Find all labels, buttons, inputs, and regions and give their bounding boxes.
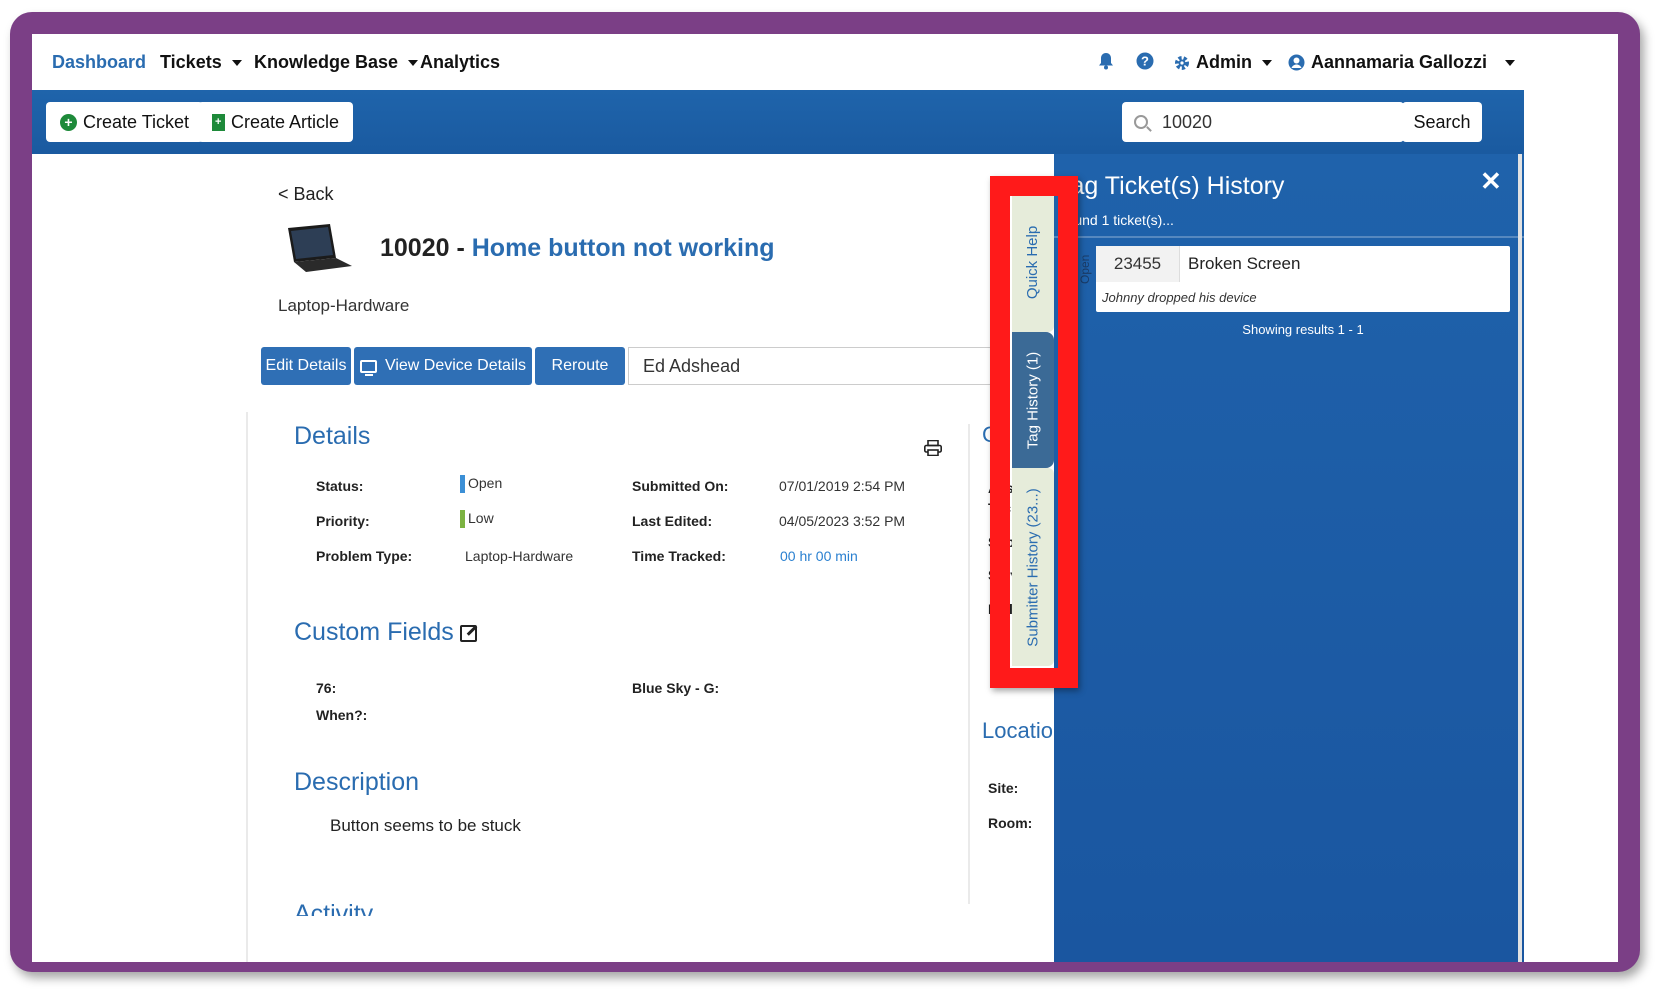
nav-tickets-label: Tickets — [160, 52, 222, 72]
ticket-title-separator: - — [449, 234, 472, 262]
search-icon — [1134, 115, 1148, 129]
highlight-box — [990, 176, 1078, 688]
create-article-label: Create Article — [231, 111, 340, 132]
svg-text:?: ? — [1141, 54, 1149, 69]
help-icon-svg: ? — [1136, 52, 1154, 70]
assignee-field[interactable]: Ed Adshead — [628, 347, 1008, 385]
caret-down-icon — [408, 59, 419, 66]
create-ticket-button[interactable]: + Create Ticket — [46, 102, 204, 142]
nav-dashboard[interactable]: Dashboard — [52, 52, 146, 73]
edit-details-label: Edit Details — [265, 357, 347, 374]
custom-field-76-label: 76: — [316, 680, 337, 696]
scrollbar-area — [1524, 90, 1618, 962]
bell-icon[interactable] — [1098, 52, 1114, 70]
ticket-number: 10020 — [380, 234, 450, 262]
custom-fields-heading-text: Custom Fields — [294, 618, 454, 646]
result-card[interactable]: 23455 Broken Screen Johnny dropped his d… — [1096, 246, 1510, 312]
nav-tickets[interactable]: Tickets — [160, 52, 242, 73]
nav-knowledge-base[interactable]: Knowledge Base — [254, 52, 419, 73]
problem-type-value: Laptop-Hardware — [465, 548, 574, 564]
laptop-device-image — [288, 224, 352, 272]
back-link[interactable]: < Back — [278, 184, 334, 205]
nav-admin-label: Admin — [1196, 52, 1252, 72]
monitor-icon — [359, 359, 377, 376]
top-navigation: Dashboard Tickets Knowledge Base Analyti… — [32, 34, 1618, 90]
app-screen: Dashboard Tickets Knowledge Base Analyti… — [32, 34, 1618, 962]
plus-circle-icon: + — [60, 113, 77, 131]
nav-admin[interactable]: Admin — [1174, 52, 1272, 73]
last-edited-value: 04/05/2023 3:52 PM — [779, 513, 906, 529]
panel-results-count: Showing results 1 - 1 — [1242, 322, 1364, 337]
view-device-label: View Device Details — [384, 357, 527, 374]
content-divider — [246, 412, 248, 962]
nav-user-menu[interactable]: Aannamaria Gallozzi — [1288, 52, 1516, 73]
ticket-name: Home button not working — [471, 234, 775, 262]
priority-text: Low — [468, 510, 494, 526]
room-label: Room: — [988, 815, 1033, 831]
view-device-details-button[interactable]: View Device Details — [354, 347, 532, 385]
bell-icon-svg — [1099, 53, 1113, 70]
nav-user-label: Aannamaria Gallozzi — [1311, 52, 1488, 72]
window-frame: Dashboard Tickets Knowledge Base Analyti… — [10, 12, 1640, 972]
reroute-button[interactable]: Reroute — [535, 347, 625, 385]
close-icon[interactable]: ✕ — [1480, 166, 1502, 197]
problem-type-label: Problem Type: — [316, 548, 413, 564]
result-ticket-note: Johnny dropped his device — [1102, 290, 1257, 305]
reroute-label: Reroute — [551, 357, 609, 374]
submitted-on-value: 07/01/2019 2:54 PM — [779, 478, 906, 494]
site-label: Site: — [988, 780, 1019, 796]
back-link-label: < Back — [278, 184, 334, 204]
nav-knowledge-base-label: Knowledge Base — [254, 52, 399, 72]
column-divider — [968, 424, 970, 904]
custom-fields-heading: Custom Fields — [294, 618, 477, 647]
nav-analytics[interactable]: Analytics — [420, 52, 500, 73]
custom-field-blue-sky-label: Blue Sky - G: — [632, 680, 720, 696]
ticket-category: Laptop-Hardware — [278, 296, 410, 315]
search-input[interactable]: 10020 — [1122, 102, 1404, 142]
custom-field-when-label: When?: — [316, 707, 368, 723]
user-circle-icon — [1288, 54, 1305, 71]
nav-dashboard-label: Dashboard — [52, 52, 147, 72]
search-value: 10020 — [1162, 111, 1213, 132]
panel-divider — [1054, 236, 1524, 238]
priority-color-marker — [460, 510, 465, 529]
action-bar: + Create Ticket Create Article 10020 Sea… — [32, 90, 1618, 154]
panel-title: Tag Ticket(s) History — [1058, 172, 1285, 200]
result-ticket-id: 23455 — [1096, 246, 1180, 282]
nav-analytics-label: Analytics — [420, 52, 501, 72]
priority-value: Low — [460, 510, 494, 529]
description-text: Button seems to be stuck — [330, 816, 521, 835]
create-article-button[interactable]: Create Article — [198, 102, 354, 142]
submitted-on-label: Submitted On: — [632, 478, 729, 494]
time-tracked-label: Time Tracked: — [632, 548, 726, 564]
create-ticket-label: Create Ticket — [83, 111, 190, 132]
time-tracked-link[interactable]: 00 hr 00 min — [780, 548, 858, 564]
edit-details-button[interactable]: Edit Details — [261, 347, 351, 385]
search-button[interactable]: Search — [1402, 102, 1482, 142]
print-icon[interactable] — [924, 440, 942, 456]
ticket-title: 10020 - Home button not working — [380, 234, 774, 263]
question-circle-icon[interactable]: ? — [1136, 52, 1154, 70]
caret-down-icon — [231, 59, 242, 66]
scrollbar[interactable] — [1518, 154, 1522, 962]
file-plus-icon — [212, 113, 225, 131]
search-button-label: Search — [1413, 111, 1471, 132]
activity-heading: Activity — [294, 900, 374, 916]
priority-label: Priority: — [316, 513, 370, 529]
location-heading: Locatio — [982, 718, 1053, 743]
description-heading: Description — [294, 768, 420, 796]
last-edited-label: Last Edited: — [632, 513, 713, 529]
caret-down-icon — [1262, 59, 1272, 66]
status-value: Open — [460, 475, 503, 494]
edit-icon[interactable] — [459, 624, 477, 642]
result-ticket-name: Broken Screen — [1188, 254, 1301, 273]
status-text: Open — [468, 475, 503, 491]
details-heading: Details — [294, 422, 371, 450]
gear-icon — [1175, 55, 1189, 70]
assignee-value: Ed Adshead — [643, 355, 741, 376]
status-label: Status: — [316, 478, 364, 494]
result-status-label: Open — [1078, 254, 1092, 284]
caret-down-icon — [1505, 59, 1516, 66]
status-color-marker — [460, 475, 465, 494]
